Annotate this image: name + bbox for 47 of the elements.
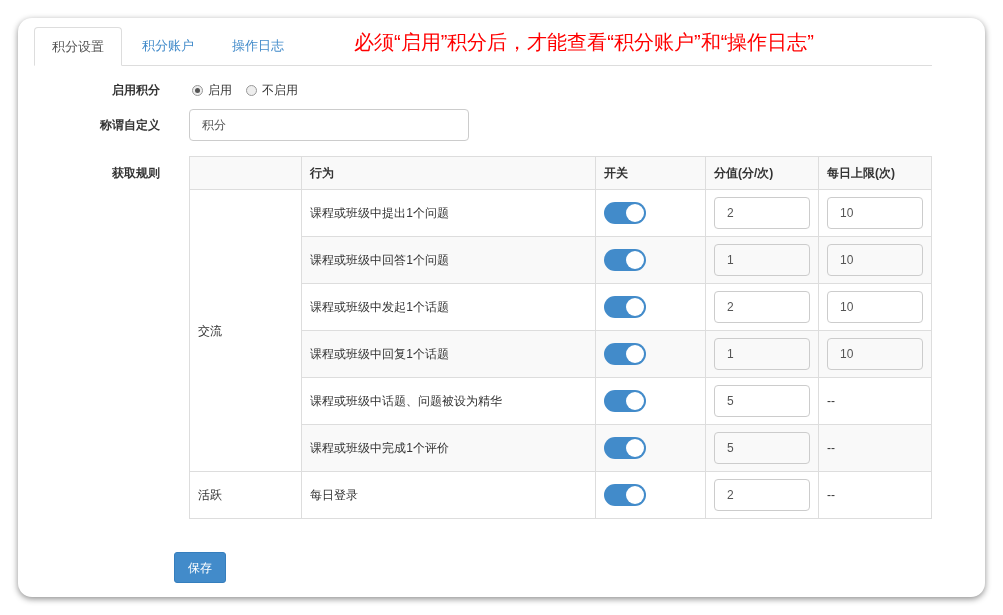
- table-cell: 课程或班级中话题、问题被设为精华: [301, 377, 596, 425]
- column-header: 行为: [301, 156, 596, 190]
- tab[interactable]: 积分设置: [34, 27, 122, 66]
- radio-label: 启用: [208, 82, 232, 99]
- table-cell: --: [818, 424, 932, 472]
- table-cell: 课程或班级中提出1个问题: [301, 189, 596, 237]
- group-cell: 交流: [189, 189, 302, 472]
- table-cell: 课程或班级中回答1个问题: [301, 236, 596, 284]
- number-input-field[interactable]: 1: [714, 244, 810, 276]
- toggle-switch[interactable]: [603, 484, 646, 506]
- table-cell: 课程或班级中完成1个评价: [301, 424, 596, 472]
- number-input-field[interactable]: 10: [827, 291, 923, 323]
- toggle-switch[interactable]: [603, 249, 646, 271]
- number-input-field[interactable]: 2: [714, 291, 810, 323]
- number-input-field[interactable]: 10: [827, 197, 923, 229]
- notice-text: 必须“启用”积分后，才能查看“积分账户”和“操作日志”: [354, 30, 814, 55]
- table-cell: 每日登录: [301, 471, 596, 519]
- table-cell: --: [818, 471, 932, 519]
- column-header: 分值(分/次): [705, 156, 819, 190]
- number-input-field[interactable]: 2: [714, 197, 810, 229]
- toggle-switch[interactable]: [603, 437, 646, 459]
- toggle-switch[interactable]: [603, 202, 646, 224]
- field-label: 获取规则: [111, 165, 160, 182]
- group-cell: 活跃: [189, 471, 302, 519]
- save-button[interactable]: 保存: [174, 552, 226, 583]
- number-input-field[interactable]: 5: [714, 385, 810, 417]
- radio-button[interactable]: [192, 84, 203, 96]
- number-input-field[interactable]: 10: [827, 244, 923, 276]
- column-header: 每日上限(次): [818, 156, 932, 190]
- tab[interactable]: 积分账户: [124, 26, 212, 65]
- table-cell: 课程或班级中发起1个话题: [301, 283, 596, 331]
- tab[interactable]: 操作日志: [214, 26, 302, 65]
- field-label: 称谓自定义: [99, 117, 160, 134]
- radio-button[interactable]: [246, 84, 257, 96]
- number-input-field[interactable]: 1: [714, 338, 810, 370]
- field-label: 启用积分: [111, 82, 160, 99]
- column-header: 开关: [595, 156, 706, 190]
- number-input-field[interactable]: 5: [714, 432, 810, 464]
- title-input-field[interactable]: 积分: [189, 109, 469, 141]
- table-cell: 课程或班级中回复1个话题: [301, 330, 596, 378]
- toggle-switch[interactable]: [603, 390, 646, 412]
- toggle-switch[interactable]: [603, 343, 646, 365]
- number-input-field[interactable]: 10: [827, 338, 923, 370]
- number-input-field[interactable]: 2: [714, 479, 810, 511]
- table-cell: --: [818, 377, 932, 425]
- toggle-switch[interactable]: [603, 296, 646, 318]
- radio-label: 不启用: [262, 82, 298, 99]
